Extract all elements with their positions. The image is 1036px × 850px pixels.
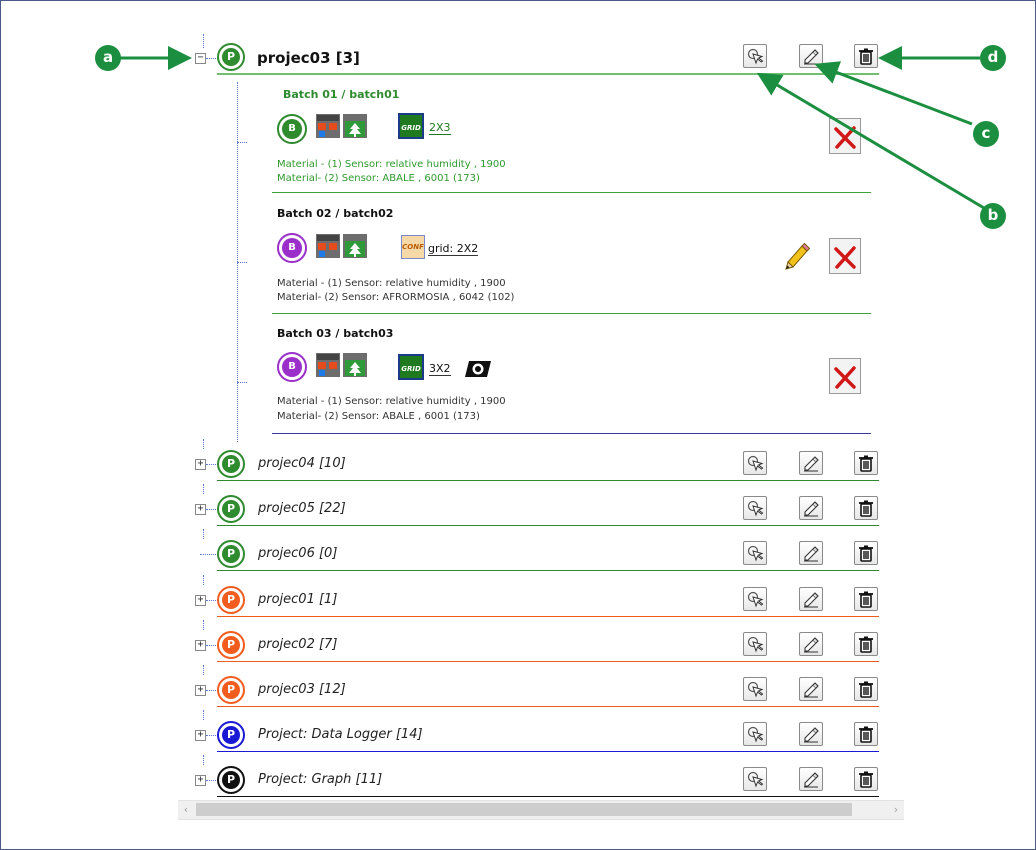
callout-a-label: a [95,45,121,71]
callout-arrows [120,46,985,210]
scroll-right-icon[interactable]: › [888,801,904,819]
callout-d-label: d [980,45,1006,71]
scroll-left-icon[interactable]: ‹ [178,801,194,819]
callout-c-label: c [973,121,999,147]
callout-arrow-c [814,61,973,126]
scroll-thumb[interactable] [196,803,852,816]
horizontal-scrollbar[interactable]: ‹ › [178,800,904,820]
callout-b-label: b [980,203,1006,229]
callout-arrow-b [756,72,985,210]
